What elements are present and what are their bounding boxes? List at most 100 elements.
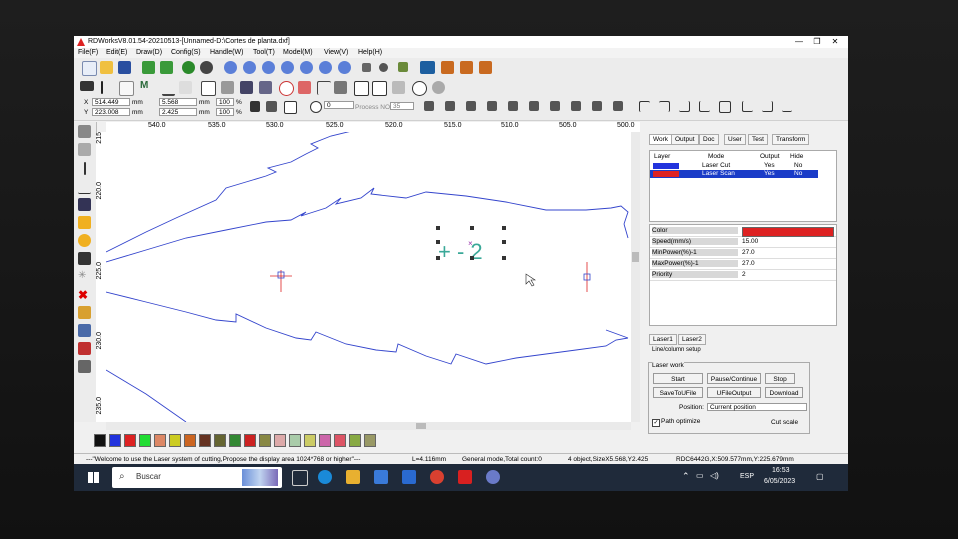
color-swatch[interactable] [169,434,181,447]
color-swatch[interactable] [94,434,106,447]
width-percent-input[interactable]: 100 [216,98,234,106]
device-screen-icon[interactable] [420,61,435,74]
align-right-icon[interactable] [445,101,455,111]
windows-start-icon[interactable] [88,472,99,483]
color-swatch[interactable] [244,434,256,447]
color-swatch[interactable] [304,434,316,447]
bezier-icon[interactable] [298,81,311,94]
mirror-v-icon[interactable] [78,324,91,337]
arrange-topright-icon[interactable] [659,101,670,112]
volume-icon[interactable]: ◁) [710,471,719,480]
prop-minpower-value[interactable]: 27.0 [742,249,755,256]
macro-m-icon[interactable]: M [140,80,153,93]
pen-icon[interactable] [101,81,103,94]
grid-array-icon[interactable] [78,360,91,373]
stop-button[interactable]: Stop [765,373,795,384]
align-left-icon[interactable] [424,101,434,111]
color-swatch[interactable] [154,434,166,447]
open-folder-icon[interactable] [100,61,113,74]
cut-scale-label[interactable]: Cut scale [771,419,798,426]
group-icon[interactable] [221,81,234,94]
selection-handle[interactable] [470,226,474,230]
zoom-all-icon[interactable] [338,61,351,74]
ufile-output-button[interactable]: UFileOutput [707,387,761,398]
resize-icon[interactable] [259,81,272,94]
minimize-button[interactable]: — [789,37,809,46]
tray-chevron-icon[interactable]: ⌃ [682,471,690,482]
pause-continue-button[interactable]: Pause/Continue [707,373,761,384]
import-icon[interactable] [142,61,155,74]
process-no-input[interactable]: 35 [390,102,414,110]
menu-file[interactable]: File(F) [78,49,98,56]
select-circle-icon[interactable] [379,63,388,72]
corner-icon[interactable] [317,81,331,95]
arrange-center-icon[interactable] [719,101,731,113]
save-icon[interactable] [118,61,131,74]
drawing-canvas[interactable]: + - 2 × [106,132,631,422]
tab-work[interactable]: Work [649,134,673,145]
color-swatch[interactable] [109,434,121,447]
rdworks-taskbar-icon[interactable] [458,470,472,484]
layer-hide[interactable]: No [794,162,802,169]
lock-icon[interactable] [250,101,260,112]
color-swatch[interactable] [319,434,331,447]
clock-time[interactable]: 16:53 [772,467,790,474]
menu-view[interactable]: View(V) [324,49,348,56]
color-swatch[interactable] [139,434,151,447]
task-view-icon[interactable] [292,470,308,486]
eye-icon[interactable] [412,81,427,96]
curve-icon[interactable] [162,81,175,96]
array-layout-icon[interactable] [479,61,492,74]
layer-row-selected[interactable]: Laser Scan Yes No [650,170,818,178]
x-input[interactable]: 514.449 [92,98,130,106]
align-center-icon[interactable] [550,101,560,111]
path-optimize-checkbox[interactable]: ✓ [652,419,660,427]
select-arrow-icon[interactable] [78,125,91,138]
same-size-icon[interactable] [613,101,623,111]
mirror-h-icon[interactable] [78,306,91,319]
selection-handle[interactable] [436,226,440,230]
zoom-page-icon[interactable] [281,61,294,74]
point-tool-icon[interactable]: ✳ [78,270,91,283]
array-icon[interactable] [441,61,454,74]
selection-handle[interactable] [502,256,506,260]
rect-tool-icon[interactable] [78,216,91,229]
arrange-bottomleft-icon[interactable] [699,101,710,112]
prop-speed-value[interactable]: 15.00 [742,238,758,245]
save-to-ufile-button[interactable]: SaveToUFile [653,387,703,398]
tab-laser1[interactable]: Laser1 [649,334,677,345]
keyboard-language[interactable]: ESP [740,473,754,480]
notification-icon[interactable]: ▢ [816,472,824,481]
edge-browser-icon[interactable] [318,470,332,484]
redo-icon[interactable] [200,61,213,74]
download-button[interactable]: Download [765,387,803,398]
color-swatch[interactable] [349,434,361,447]
selection-handle[interactable] [470,256,474,260]
shape-icon[interactable] [279,81,294,96]
selection-handle[interactable] [502,226,506,230]
array-copy-icon[interactable] [460,61,473,74]
color-swatch[interactable] [259,434,271,447]
zoom-in-icon[interactable] [224,61,237,74]
store-icon[interactable] [374,470,388,484]
horizontal-scrollbar[interactable] [106,422,631,430]
color-swatch[interactable] [199,434,211,447]
menu-draw[interactable]: Draw(D) [136,49,162,56]
tab-user[interactable]: User [724,134,746,145]
dist-bottom-icon[interactable] [782,101,792,112]
color-swatch[interactable] [289,434,301,447]
check-icon[interactable] [372,81,387,96]
polyline-icon[interactable] [78,180,91,194]
app-taskbar-icon[interactable] [486,470,500,484]
color-swatch[interactable] [334,434,346,447]
menu-help[interactable]: Help(H) [358,49,382,56]
restore-button[interactable]: ❐ [807,37,827,46]
zoom-out-icon[interactable] [243,61,256,74]
offset-icon[interactable] [392,81,405,94]
color-swatch[interactable] [124,434,136,447]
layer-output[interactable]: Yes [764,170,775,177]
undo-icon[interactable] [182,61,195,74]
position-select[interactable]: Current position [707,403,807,411]
menu-handle[interactable]: Handle(W) [210,49,243,56]
dist-right-icon[interactable] [762,101,773,112]
